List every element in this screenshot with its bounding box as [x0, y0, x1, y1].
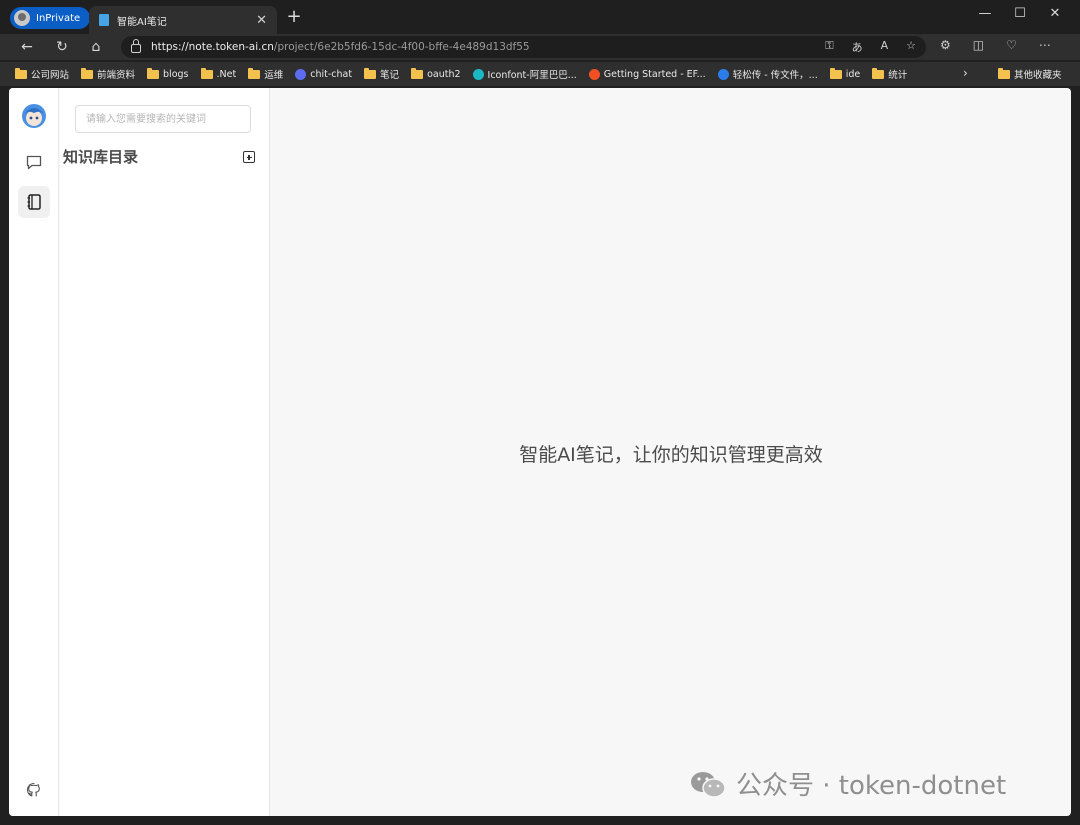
bookmark-item[interactable]: Iconfont-阿里巴巴...	[472, 67, 577, 81]
extensions-icon[interactable]: ⚙	[940, 38, 951, 52]
iconfont-icon	[472, 68, 484, 80]
folder-icon	[200, 67, 213, 79]
read-aloud-icon[interactable]: A	[881, 39, 889, 55]
knowledge-base-nav-button[interactable]	[18, 186, 50, 218]
address-bar[interactable]: https://note.token-ai.cn/project/6e2b5fd…	[121, 36, 926, 58]
back-icon[interactable]: ←	[16, 37, 38, 57]
bookmark-item[interactable]: 前端资料	[81, 67, 135, 81]
title-bar: InPrivate 智能AI笔记 ✕ + — ☐ ✕	[0, 0, 1080, 34]
watermark: 公众号 · token-dotnet	[688, 765, 1006, 802]
knowledge-base-title: 知识库目录	[63, 148, 139, 166]
bookmark-label: 笔记	[380, 70, 400, 81]
folder-icon	[411, 67, 424, 79]
bookmarks-overflow-icon[interactable]: ›	[963, 66, 968, 80]
welcome-text: 智能AI笔记，让你的知识管理更高效	[519, 444, 823, 466]
bookmarks-bar: 公司网站 前端资料 blogs .Net 运维 chit-chat 笔记 oauth2 Icon…	[0, 62, 1080, 86]
main-content: 智能AI笔记，让你的知识管理更高效	[271, 88, 1071, 816]
bookmark-item[interactable]: ide	[829, 67, 861, 80]
toolbar-icons: ⚙ ◫ ♡ ⋯	[940, 38, 1051, 52]
bookmark-label: oauth2	[427, 68, 461, 80]
translate-icon[interactable]: あ	[852, 39, 863, 55]
window-close-icon[interactable]: ✕	[1040, 3, 1070, 25]
folder-icon	[15, 67, 27, 79]
browser-window: InPrivate 智能AI笔记 ✕ + — ☐ ✕ ← ↻ ⌂ https:/…	[0, 0, 1080, 825]
navigation-bar: ← ↻ ⌂ https://note.token-ai.cn/project/6…	[0, 34, 1080, 60]
folder-icon	[829, 67, 842, 79]
bookmark-label: 统计	[888, 70, 908, 81]
bookmark-label: 前端资料	[97, 70, 136, 81]
notebook-icon	[27, 194, 41, 210]
folder-icon	[81, 67, 94, 79]
app-logo-icon	[21, 102, 47, 130]
folder-icon	[998, 67, 1010, 79]
other-bookmarks-label: 其他收藏夹	[1014, 70, 1062, 81]
bookmark-label: 公司网站	[31, 70, 70, 81]
folder-icon	[147, 67, 160, 79]
notebook-favicon-icon	[99, 14, 109, 26]
wechat-icon	[691, 771, 726, 798]
bookmark-item[interactable]: 统计	[872, 67, 907, 81]
bookmark-label: blogs	[163, 68, 189, 80]
web-page: 知识库目录 智能AI笔记，让你的知识管理更高效	[9, 88, 1071, 816]
browser-tab[interactable]: 智能AI笔记 ✕	[89, 6, 277, 34]
github-icon	[26, 782, 40, 797]
icon-rail	[9, 88, 59, 816]
inprivate-label: InPrivate	[36, 12, 81, 24]
new-tab-icon[interactable]: +	[285, 6, 303, 28]
bookmark-item[interactable]: .Net	[200, 67, 237, 80]
key-icon[interactable]: ⚿	[825, 39, 833, 55]
refresh-icon[interactable]: ↻	[51, 37, 73, 57]
favorite-star-icon[interactable]: ☆	[906, 39, 916, 55]
chat-nav-button[interactable]	[18, 146, 50, 178]
knowledge-sidebar: 知识库目录	[60, 88, 270, 816]
add-folder-icon[interactable]	[243, 151, 255, 163]
home-icon[interactable]: ⌂	[85, 37, 107, 57]
bookmark-label: ide	[845, 68, 861, 80]
split-screen-icon[interactable]: ◫	[973, 38, 984, 52]
bookmark-item[interactable]: Getting Started - EF...	[588, 68, 706, 80]
bookmark-label: 运维	[264, 70, 284, 81]
site-icon	[295, 68, 307, 80]
bookmark-item[interactable]: oauth2	[411, 67, 461, 80]
bookmark-item[interactable]: 笔记	[364, 67, 399, 81]
microsoft-icon	[588, 68, 600, 80]
bookmark-label: .Net	[216, 68, 237, 80]
bookmark-item[interactable]: chit-chat	[295, 68, 353, 80]
folder-icon	[248, 67, 261, 79]
address-bar-actions: ⚿ あ A ☆	[825, 39, 916, 55]
close-tab-icon[interactable]: ✕	[256, 13, 267, 28]
bookmark-label: Iconfont-阿里巴巴...	[487, 70, 577, 81]
bookmark-item[interactable]: 运维	[248, 67, 283, 81]
watermark-text: 公众号 · token-dotnet	[736, 771, 1007, 801]
chat-icon	[26, 155, 42, 170]
bookmark-label: 轻松传 - 传文件，...	[732, 70, 818, 81]
health-icon[interactable]: ♡	[1006, 38, 1017, 52]
bookmark-label: chit-chat	[310, 68, 353, 80]
other-bookmarks[interactable]: 其他收藏夹	[998, 62, 1062, 86]
minimize-icon[interactable]: —	[970, 3, 1000, 25]
github-nav-button[interactable]	[18, 774, 50, 806]
inprivate-badge[interactable]: InPrivate	[10, 7, 91, 29]
search-input[interactable]	[75, 105, 251, 133]
maximize-icon[interactable]: ☐	[1005, 3, 1035, 25]
url-text: https://note.token-ai.cn/project/6e2b5fd…	[151, 41, 530, 53]
bookmark-item[interactable]: 轻松传 - 传文件，...	[717, 67, 818, 81]
more-menu-icon[interactable]: ⋯	[1039, 38, 1051, 52]
bookmark-label: Getting Started - EF...	[603, 68, 706, 80]
folder-icon	[364, 67, 377, 79]
tab-title: 智能AI笔记	[117, 16, 167, 28]
lock-icon	[131, 39, 141, 53]
profile-avatar-icon	[14, 10, 30, 26]
bookmark-item[interactable]: 公司网站	[15, 67, 69, 81]
folder-icon	[872, 67, 885, 79]
bookmark-item[interactable]: blogs	[147, 67, 189, 80]
upload-site-icon	[717, 68, 729, 80]
